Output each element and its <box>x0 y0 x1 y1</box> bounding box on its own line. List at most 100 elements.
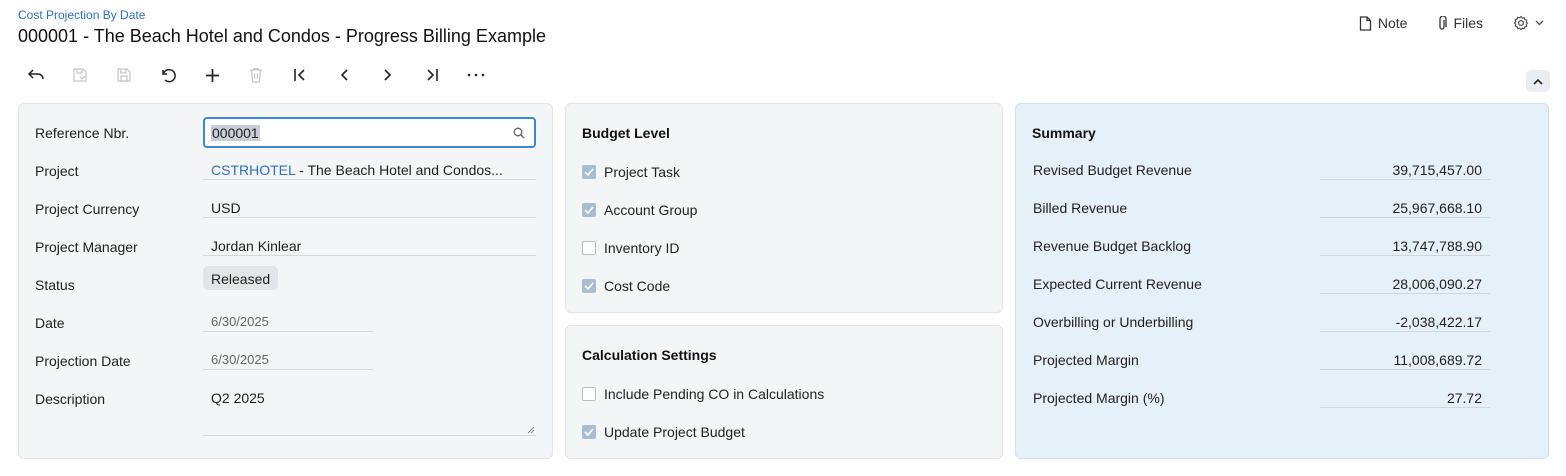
checkbox-unchecked-icon[interactable] <box>582 241 596 255</box>
date-label: Date <box>35 315 65 331</box>
note-label: Note <box>1377 15 1408 31</box>
checkbox-unchecked-icon[interactable] <box>582 387 596 401</box>
summary-value: 11,008,689.72 <box>1320 341 1490 370</box>
project-name: - The Beach Hotel and Condos... <box>295 162 503 178</box>
previous-icon <box>340 69 348 81</box>
more-actions-button[interactable] <box>454 62 498 88</box>
description-label: Description <box>35 391 106 407</box>
delete-button[interactable] <box>234 62 278 88</box>
summary-label: Expected Current Revenue <box>1033 276 1202 292</box>
checkbox-inventory-id[interactable]: Inventory ID <box>582 238 679 258</box>
top-actions: Note Files <box>1359 15 1544 31</box>
projection-date-row: Projection Date 6/30/2025 <box>19 332 552 370</box>
summary-value: -2,038,422.17 <box>1320 303 1490 332</box>
checkbox-label: Include Pending CO in Calculations <box>604 386 825 402</box>
checkbox-cost-code[interactable]: Cost Code <box>582 276 670 296</box>
summary-label: Projected Margin <box>1033 352 1139 368</box>
summary-value: 13,747,788.90 <box>1320 227 1490 256</box>
save-button[interactable] <box>102 62 146 88</box>
note-icon <box>1359 15 1372 31</box>
add-icon <box>205 68 219 82</box>
description-textarea[interactable]: Q2 2025 <box>203 379 536 436</box>
back-button[interactable] <box>14 62 58 88</box>
checkbox-update-project-budget[interactable]: Update Project Budget <box>582 422 745 442</box>
previous-record-button[interactable] <box>322 62 366 88</box>
next-record-button[interactable] <box>366 62 410 88</box>
search-icon[interactable] <box>513 127 525 139</box>
project-currency-field[interactable]: USD <box>203 189 536 218</box>
checkbox-checked-icon[interactable] <box>582 165 596 179</box>
summary-row: Revenue Budget Backlog 13,747,788.90 <box>1016 218 1548 256</box>
reference-nbr-row: Reference Nbr. 000001 <box>19 104 552 148</box>
date-row: Date 6/30/2025 <box>19 294 552 332</box>
description-value: Q2 2025 <box>211 390 265 406</box>
document-form-panel: Reference Nbr. 000001 Project CSTRHOTEL … <box>18 103 553 459</box>
reference-nbr-label: Reference Nbr. <box>35 125 130 141</box>
checkbox-include-pending-co[interactable]: Include Pending CO in Calculations <box>582 384 824 404</box>
back-icon <box>27 69 44 80</box>
save-close-icon <box>73 68 87 82</box>
settings-menu-button[interactable] <box>1513 15 1544 31</box>
summary-row: Projected Margin 11,008,689.72 <box>1016 332 1548 370</box>
checkbox-label: Account Group <box>604 202 698 218</box>
toolbar <box>14 62 498 88</box>
chevron-down-icon <box>1535 20 1544 26</box>
checkbox-project-task[interactable]: Project Task <box>582 162 680 182</box>
project-manager-field[interactable]: Jordan Kinlear <box>203 227 536 256</box>
save-close-button[interactable] <box>58 62 102 88</box>
date-field[interactable]: 6/30/2025 <box>203 303 373 332</box>
project-link[interactable]: CSTRHOTEL <box>211 162 295 178</box>
save-icon <box>117 68 131 82</box>
paperclip-icon <box>1439 15 1448 30</box>
first-record-button[interactable] <box>278 62 322 88</box>
undo-button[interactable] <box>146 62 190 88</box>
summary-value: 39,715,457.00 <box>1320 151 1490 180</box>
project-manager-label: Project Manager <box>35 239 138 255</box>
status-row: Status Released <box>19 256 552 294</box>
project-field[interactable]: CSTRHOTEL - The Beach Hotel and Condos..… <box>203 151 536 180</box>
summary-value: 25,967,668.10 <box>1320 189 1490 218</box>
collapse-header-button[interactable] <box>1526 70 1550 92</box>
checkbox-account-group[interactable]: Account Group <box>582 200 697 220</box>
checkbox-checked-icon[interactable] <box>582 203 596 217</box>
checkbox-label: Update Project Budget <box>604 424 745 440</box>
summary-row: Expected Current Revenue 28,006,090.27 <box>1016 256 1548 294</box>
manager-row: Project Manager Jordan Kinlear <box>19 218 552 256</box>
summary-row: Revised Budget Revenue 39,715,457.00 <box>1016 142 1548 180</box>
files-button[interactable]: Files <box>1437 15 1483 31</box>
undo-icon <box>161 68 176 82</box>
checkbox-checked-icon[interactable] <box>582 279 596 293</box>
reference-nbr-value: 000001 <box>211 125 260 141</box>
summary-label: Revenue Budget Backlog <box>1033 238 1191 254</box>
status-badge: Released <box>203 266 279 290</box>
calculation-settings-title: Calculation Settings <box>582 347 717 363</box>
projection-date-label: Projection Date <box>35 353 131 369</box>
page-title: 000001 - The Beach Hotel and Condos - Pr… <box>18 26 546 46</box>
note-button[interactable]: Note <box>1359 15 1408 31</box>
files-label: Files <box>1453 15 1483 31</box>
add-button[interactable] <box>190 62 234 88</box>
status-label: Status <box>35 277 75 293</box>
chevron-up-icon <box>1533 78 1543 85</box>
currency-row: Project Currency USD <box>19 180 552 218</box>
gear-icon <box>1513 15 1529 31</box>
summary-value: 27.72 <box>1320 379 1490 408</box>
summary-label: Revised Budget Revenue <box>1033 162 1192 178</box>
calculation-settings-panel: Calculation Settings Include Pending CO … <box>565 325 1003 459</box>
checkbox-checked-icon[interactable] <box>582 425 596 439</box>
breadcrumb[interactable]: Cost Projection By Date <box>18 8 145 22</box>
summary-value: 28,006,090.27 <box>1320 265 1490 294</box>
resize-handle-icon[interactable] <box>527 426 535 434</box>
summary-row: Billed Revenue 25,967,668.10 <box>1016 180 1548 218</box>
checkbox-label: Inventory ID <box>604 240 680 256</box>
project-row: Project CSTRHOTEL - The Beach Hotel and … <box>19 142 552 180</box>
summary-label: Projected Margin (%) <box>1033 390 1165 406</box>
summary-row: Projected Margin (%) 27.72 <box>1016 370 1548 408</box>
last-record-icon <box>427 69 438 81</box>
summary-row: Overbilling or Underbilling -2,038,422.1… <box>1016 294 1548 332</box>
projection-date-field[interactable]: 6/30/2025 <box>203 341 373 370</box>
last-record-button[interactable] <box>410 62 454 88</box>
summary-label: Billed Revenue <box>1033 200 1128 216</box>
budget-level-title: Budget Level <box>582 125 670 141</box>
project-currency-label: Project Currency <box>35 201 140 217</box>
